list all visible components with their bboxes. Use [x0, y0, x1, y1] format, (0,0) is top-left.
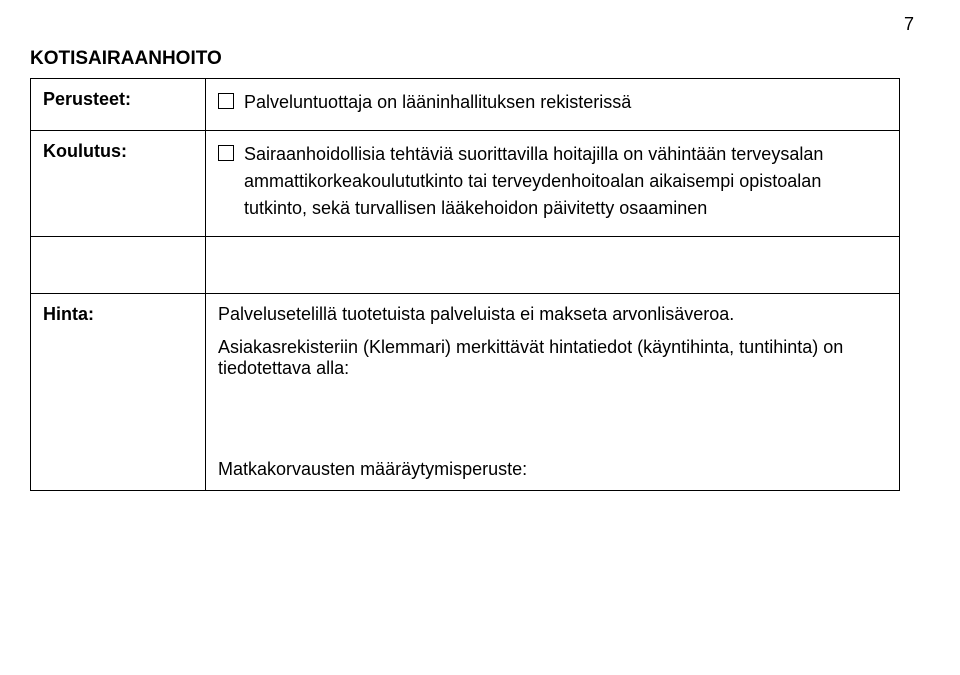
hinta-paragraph: Asiakasrekisteriin (Klemmari) merkittävä…	[218, 337, 887, 379]
checkbox-text: Sairaanhoidollisia tehtäviä suorittavill…	[244, 141, 887, 222]
koulutus-value: Sairaanhoidollisia tehtäviä suorittavill…	[206, 131, 900, 237]
document-page: 7 KOTISAIRAANHOITO Perusteet: Palveluntu…	[0, 0, 960, 675]
form-table: Perusteet: Palveluntuottaja on lääninhal…	[30, 78, 900, 491]
checkbox-line: Palveluntuottaja on lääninhallituksen re…	[218, 89, 887, 116]
page-number: 7	[904, 14, 914, 35]
perusteet-label: Perusteet:	[31, 79, 206, 131]
checkbox-line: Sairaanhoidollisia tehtäviä suorittavill…	[218, 141, 887, 222]
row-gap	[31, 237, 900, 294]
koulutus-label: Koulutus:	[31, 131, 206, 237]
row-koulutus: Koulutus: Sairaanhoidollisia tehtäviä su…	[31, 131, 900, 237]
hinta-paragraph: Matkakorvausten määräytymisperuste:	[218, 459, 887, 480]
hinta-paragraph: Palvelusetelillä tuotetuista palveluista…	[218, 304, 887, 325]
row-hinta: Hinta: Palvelusetelillä tuotetuista palv…	[31, 294, 900, 491]
checkbox-icon	[218, 145, 234, 161]
hinta-value: Palvelusetelillä tuotetuista palveluista…	[206, 294, 900, 491]
perusteet-value: Palveluntuottaja on lääninhallituksen re…	[206, 79, 900, 131]
section-heading: KOTISAIRAANHOITO	[30, 48, 900, 70]
checkbox-text: Palveluntuottaja on lääninhallituksen re…	[244, 89, 887, 116]
checkbox-icon	[218, 93, 234, 109]
hinta-label: Hinta:	[31, 294, 206, 491]
row-perusteet: Perusteet: Palveluntuottaja on lääninhal…	[31, 79, 900, 131]
